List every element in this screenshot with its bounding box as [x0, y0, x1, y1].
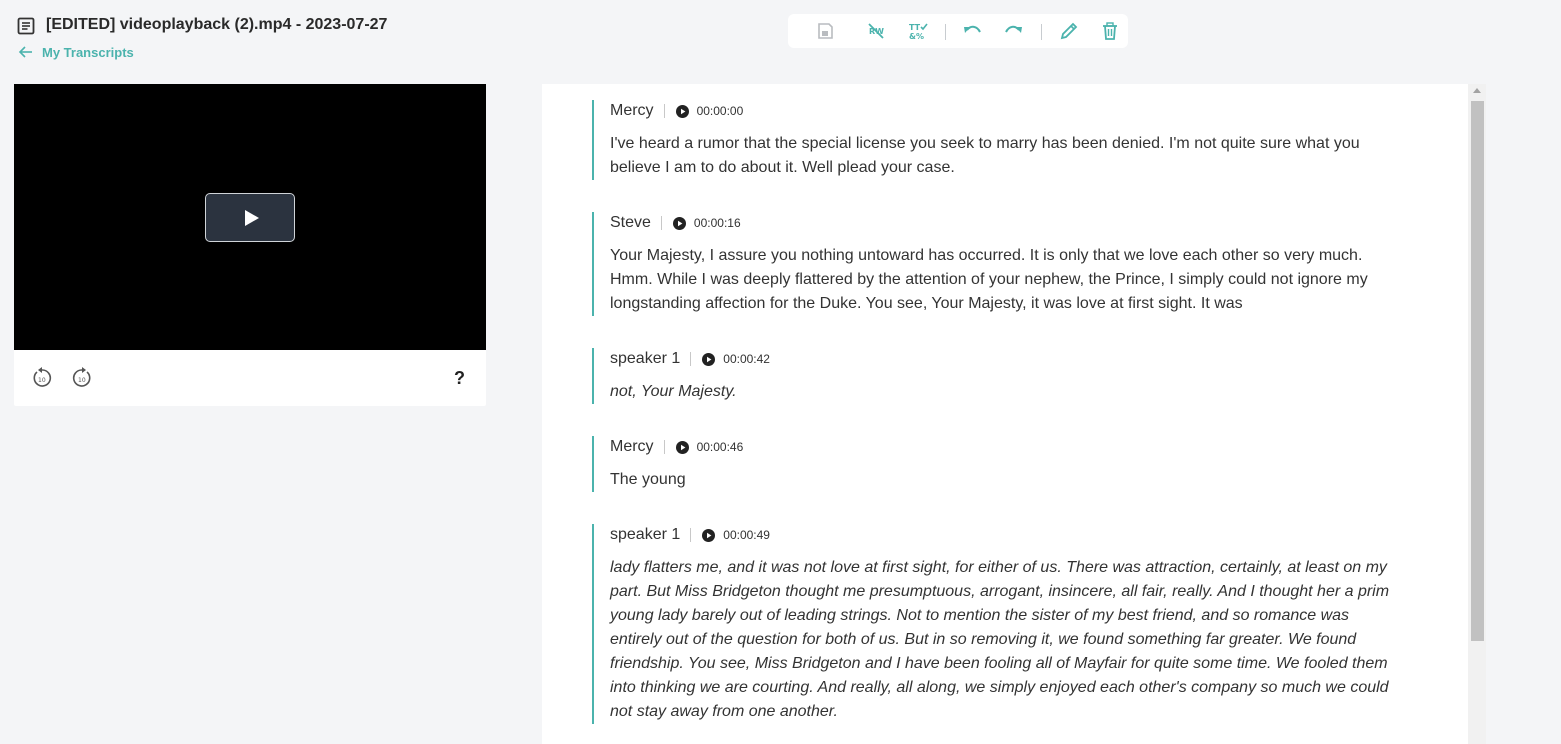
play-circle-icon[interactable] [675, 440, 689, 454]
find-replace-icon: TT &% [909, 23, 928, 41]
segment-text[interactable]: The young [610, 468, 1400, 492]
redo-icon [1005, 25, 1022, 33]
delete-button[interactable] [1100, 21, 1120, 41]
segment-text[interactable]: not, Your Majesty. [610, 380, 1400, 404]
divider [690, 528, 692, 542]
rewind-10-button[interactable]: 10 [31, 367, 53, 389]
play-circle-icon[interactable] [672, 216, 686, 230]
play-circle-icon[interactable] [702, 352, 716, 366]
redo-button[interactable] [1004, 21, 1024, 41]
timestamp[interactable]: 00:00:42 [723, 352, 770, 366]
forward-10-icon: 10 [72, 367, 91, 387]
timestamp[interactable]: 00:00:46 [697, 440, 744, 454]
edit-button[interactable] [1059, 21, 1079, 41]
transcript-segment: speaker 1 00:00:42 not, Your Majesty. [592, 348, 1412, 404]
toolbar-divider [945, 24, 946, 40]
rewind-10-icon: 10 [33, 367, 52, 387]
segment-text[interactable]: I've heard a rumor that the special lice… [610, 132, 1400, 180]
undo-icon [964, 25, 981, 33]
transcript-segment: speaker 1 00:00:49 lady flatters me, and… [592, 524, 1412, 724]
undo-button[interactable] [962, 21, 982, 41]
clear-formatting-icon: RW [868, 23, 884, 39]
transcript-panel: Mercy 00:00:00 I've heard a rumor that t… [542, 84, 1486, 744]
timestamp[interactable]: 00:00:49 [723, 528, 770, 542]
page-title: [EDITED] videoplayback (2).mp4 - 2023-07… [46, 16, 388, 33]
segment-text[interactable]: Your Majesty, I assure you nothing untow… [610, 244, 1400, 316]
play-circle-icon[interactable] [675, 104, 689, 118]
transcript-scrollbar[interactable] [1468, 84, 1486, 744]
big-play-button[interactable] [205, 193, 295, 242]
divider [660, 216, 662, 230]
delete-icon [1103, 22, 1117, 40]
speaker-name[interactable]: speaker 1 [610, 350, 680, 368]
svg-text:&%: &% [909, 32, 924, 41]
scrollbar-thumb[interactable] [1471, 101, 1484, 641]
video-player-panel: 10 10 ? [14, 84, 486, 406]
play-circle-icon[interactable] [702, 528, 716, 542]
find-replace-button[interactable]: TT &% [908, 21, 928, 41]
svg-text:TT: TT [909, 23, 921, 32]
toolbar-divider [1041, 24, 1042, 40]
scroll-up-arrow-icon[interactable] [1473, 88, 1481, 93]
forward-10-button[interactable]: 10 [71, 367, 93, 389]
speaker-name[interactable]: Steve [610, 214, 651, 232]
document-icon [17, 17, 35, 35]
back-link-label: My Transcripts [42, 44, 134, 60]
editor-toolbar: RW TT &% [788, 14, 1128, 48]
transcript-segment: Mercy 00:00:00 I've heard a rumor that t… [592, 100, 1412, 180]
save-icon [818, 23, 833, 39]
help-button[interactable]: ? [454, 368, 465, 389]
svg-text:10: 10 [78, 377, 86, 384]
transcript-segment: Mercy 00:00:46 The young [592, 436, 1412, 492]
edit-icon [1060, 22, 1078, 40]
speaker-name[interactable]: Mercy [610, 102, 654, 120]
save-button[interactable] [815, 21, 835, 41]
back-to-transcripts-link[interactable]: My Transcripts [18, 44, 134, 60]
segment-text[interactable]: lady flatters me, and it was not love at… [610, 556, 1400, 724]
video-player[interactable] [14, 84, 486, 350]
divider [663, 104, 665, 118]
timestamp[interactable]: 00:00:00 [697, 104, 744, 118]
divider [663, 440, 665, 454]
svg-text:10: 10 [38, 377, 46, 384]
clear-formatting-button[interactable]: RW [866, 21, 886, 41]
speaker-name[interactable]: Mercy [610, 438, 654, 456]
arrow-left-icon [18, 46, 32, 58]
timestamp[interactable]: 00:00:16 [694, 216, 741, 230]
speaker-name[interactable]: speaker 1 [610, 526, 680, 544]
play-icon [245, 210, 259, 226]
divider [690, 352, 692, 366]
transcript-segment: Steve 00:00:16 Your Majesty, I assure yo… [592, 212, 1412, 316]
